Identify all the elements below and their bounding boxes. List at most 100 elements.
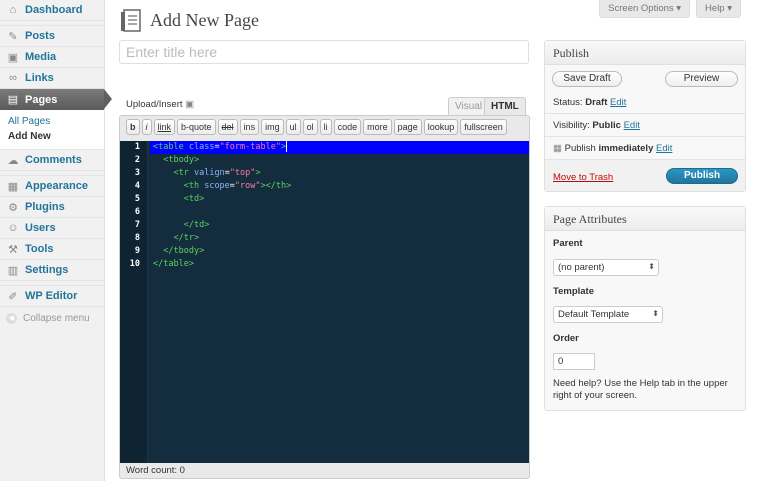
menu-users[interactable]: ☺ Users xyxy=(0,218,104,239)
tab-html[interactable]: HTML xyxy=(484,97,526,115)
menu-pages[interactable]: ▤ Pages xyxy=(0,89,112,110)
line-number: 1 xyxy=(134,142,140,152)
parent-select[interactable]: (no parent) ⬍ xyxy=(553,259,659,276)
add-media-icon[interactable]: ▣ xyxy=(185,99,194,110)
menu-label: WP Editor xyxy=(25,290,78,302)
menu-label: Pages xyxy=(25,93,58,106)
word-count: Word count: 0 xyxy=(126,465,185,476)
menu-label: Users xyxy=(25,222,56,234)
code-lines: <table class="form-table"> <tbody> <tr v… xyxy=(150,141,529,271)
menu-appearance[interactable]: ▦ Appearance xyxy=(0,176,104,197)
dashboard-icon: ⌂ xyxy=(9,4,17,16)
menu-label: Links xyxy=(25,72,54,84)
menu-label: Dashboard xyxy=(25,4,83,16)
submenu-all-pages[interactable]: All Pages xyxy=(8,114,104,129)
settings-icon: ▥ xyxy=(7,264,19,277)
edit-status-link[interactable]: Edit xyxy=(610,97,626,108)
divider xyxy=(545,113,745,114)
qt-del-button[interactable]: del xyxy=(217,119,238,135)
code-line: <td> xyxy=(183,194,205,204)
template-label: Template xyxy=(553,286,595,297)
post-visibility: Visibility: Public Edit xyxy=(553,120,640,131)
publish-button[interactable]: Publish xyxy=(666,168,738,184)
qt-lookup-button[interactable]: lookup xyxy=(423,119,459,135)
order-input[interactable]: 0 xyxy=(553,353,595,370)
menu-links[interactable]: ∞ Links xyxy=(0,68,104,89)
quicktags-toolbar: b i link b-quote del ins img ul ol li co… xyxy=(126,119,507,135)
media-icon: ▣ xyxy=(7,51,19,64)
menu-label: Appearance xyxy=(25,180,88,192)
edit-visibility-link[interactable]: Edit xyxy=(624,120,640,131)
line-number: 2 xyxy=(134,155,140,165)
menu-label: Posts xyxy=(25,30,55,42)
qt-page-button[interactable]: page xyxy=(393,119,422,135)
publish-box: Publish Save Draft Preview Status: Draft… xyxy=(544,40,746,192)
code-line: </td> xyxy=(183,220,210,230)
help-button[interactable]: Help ▾ xyxy=(696,0,741,18)
publish-value: immediately xyxy=(598,143,654,154)
qt-ins-button[interactable]: ins xyxy=(239,119,260,135)
menu-plugins[interactable]: ⚙ Plugins xyxy=(0,197,104,218)
qt-li-button[interactable]: li xyxy=(319,119,332,135)
line-number: 9 xyxy=(134,246,140,256)
qt-italic-button[interactable]: i xyxy=(141,119,152,135)
code-line: </tr> xyxy=(173,233,200,243)
comments-icon: ☁ xyxy=(7,154,19,167)
menu-wp-editor[interactable]: ✐ WP Editor xyxy=(0,286,104,307)
menu-dashboard[interactable]: ⌂ Dashboard xyxy=(0,0,104,21)
calendar-icon: ▦ xyxy=(553,143,562,154)
pages-icon: ▤ xyxy=(7,94,19,106)
line-number: 6 xyxy=(134,207,140,217)
publish-time: ▦ Publish immediately Edit xyxy=(553,143,672,154)
collapse-arrow-icon: ◀ xyxy=(6,312,17,324)
collapse-label: Collapse menu xyxy=(23,312,90,324)
parent-select-value: (no parent) xyxy=(558,262,605,273)
visibility-label: Visibility: xyxy=(553,120,590,131)
qt-more-button[interactable]: more xyxy=(363,119,392,135)
qt-fullscreen-button[interactable]: fullscreen xyxy=(460,119,507,135)
qt-ol-button[interactable]: ol xyxy=(302,119,318,135)
screen-options-button[interactable]: Screen Options ▾ xyxy=(599,0,691,18)
line-number-gutter: 1 2 3 4 5 6 7 8 9 10 xyxy=(120,141,148,463)
visibility-value: Public xyxy=(592,120,621,131)
menu-comments[interactable]: ☁ Comments xyxy=(0,150,104,171)
tab-visual[interactable]: Visual xyxy=(448,97,490,115)
line-number: 8 xyxy=(134,233,140,243)
collapse-menu-button[interactable]: ◀ Collapse menu xyxy=(0,307,104,329)
qt-img-button[interactable]: img xyxy=(261,119,284,135)
admin-sidebar: ⌂ Dashboard ✎ Posts ▣ Media ∞ Links ▤ Pages A… xyxy=(0,0,112,481)
preview-button[interactable]: Preview xyxy=(665,71,738,87)
template-select[interactable]: Default Template ⬍ xyxy=(553,306,663,323)
qt-code-button[interactable]: code xyxy=(333,119,362,135)
menu-settings[interactable]: ▥ Settings xyxy=(0,260,104,281)
move-to-trash-link[interactable]: Move to Trash xyxy=(553,172,613,183)
page-attributes-title: Page Attributes xyxy=(545,207,745,231)
menu-label: Comments xyxy=(25,154,82,166)
publish-box-title: Publish xyxy=(545,41,745,65)
menu-label: Plugins xyxy=(25,201,65,213)
edit-publish-time-link[interactable]: Edit xyxy=(656,143,672,154)
users-icon: ☺ xyxy=(7,222,19,234)
upload-insert[interactable]: Upload/Insert ▣ xyxy=(126,99,194,110)
code-line: <tbody> xyxy=(163,155,200,165)
qt-bold-button[interactable]: b xyxy=(126,119,140,135)
qt-blockquote-button[interactable]: b-quote xyxy=(177,119,216,135)
save-draft-button[interactable]: Save Draft xyxy=(552,71,622,87)
post-status: Status: Draft Edit xyxy=(553,97,626,108)
line-number: 5 xyxy=(134,194,140,204)
menu-tools[interactable]: ⚒ Tools xyxy=(0,239,104,260)
title-input[interactable]: Enter title here xyxy=(119,40,529,64)
qt-link-button[interactable]: link xyxy=(153,119,176,135)
menu-label: Tools xyxy=(25,243,54,255)
page-attributes-box: Page Attributes Parent (no parent) ⬍ Temp… xyxy=(544,206,746,411)
menu-media[interactable]: ▣ Media xyxy=(0,47,104,68)
qt-ul-button[interactable]: ul xyxy=(285,119,301,135)
menu-posts[interactable]: ✎ Posts xyxy=(0,26,104,47)
code-line: <tr valign="top"> xyxy=(173,168,261,178)
template-select-value: Default Template xyxy=(558,309,630,320)
submenu-add-new[interactable]: Add New xyxy=(8,129,104,144)
code-editor[interactable]: 1 2 3 4 5 6 7 8 9 10 <table class="form-… xyxy=(120,141,529,463)
status-label: Status: xyxy=(553,97,583,108)
upload-insert-label: Upload/Insert xyxy=(126,99,183,110)
